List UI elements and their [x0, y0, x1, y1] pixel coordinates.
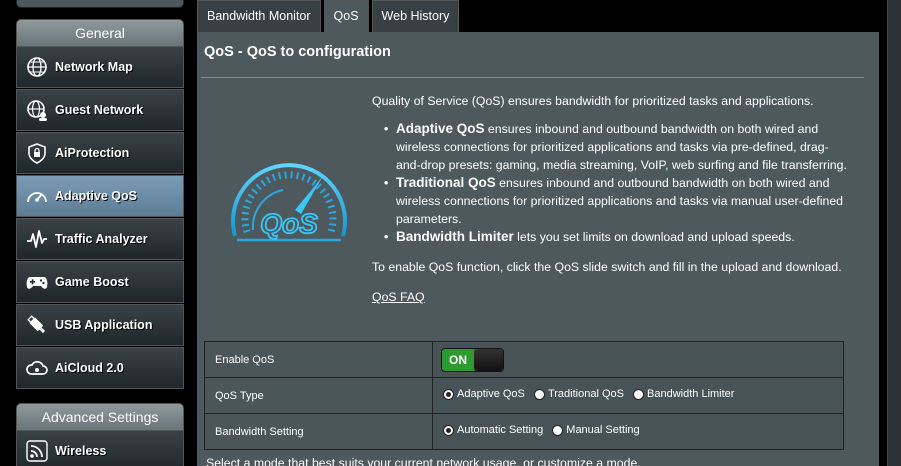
- sidebar-item-aicloud[interactable]: AiCloud 2.0: [16, 347, 184, 389]
- sidebar-item-label: AiProtection: [55, 146, 130, 160]
- sidebar-item-adaptive-qos[interactable]: Adaptive QoS: [16, 175, 184, 217]
- bullet-term: Adaptive QoS: [396, 121, 485, 136]
- sidebar-item-guest-network[interactable]: Guest Network: [16, 89, 184, 131]
- sidebar-item-usb-application[interactable]: USB Application: [16, 304, 184, 346]
- sidebar: General Network Map Guest Network AiProt…: [0, 0, 196, 466]
- advanced-settings-header: Advanced Settings: [16, 403, 184, 431]
- traffic-wave-icon: [25, 227, 49, 251]
- bullet-term: Bandwidth Limiter: [396, 229, 514, 244]
- title-divider: [201, 77, 864, 78]
- gauge-qos-text: QoS: [260, 208, 318, 239]
- speedometer-icon: [25, 184, 49, 208]
- sidebar-item-traffic-analyzer[interactable]: Traffic Analyzer: [16, 218, 184, 260]
- enable-note: To enable QoS function, click the QoS sl…: [372, 260, 842, 274]
- tab-bandwidth-monitor[interactable]: Bandwidth Monitor: [197, 0, 321, 32]
- radio-traditional-qos[interactable]: [533, 388, 545, 400]
- page-title: QoS - QoS to configuration: [204, 44, 391, 60]
- option-label: Adaptive QoS: [457, 388, 525, 401]
- list-item: Traditional QoS ensures inbound and outb…: [384, 174, 852, 228]
- mode-hint-text: Select a mode that best suits your curre…: [206, 456, 641, 466]
- option-label: Manual Setting: [566, 424, 640, 437]
- gamepad-icon: [25, 270, 49, 294]
- enable-qos-toggle[interactable]: ON: [441, 347, 504, 372]
- sidebar-item-label: USB Application: [55, 318, 153, 332]
- sidebar-item-label: Traffic Analyzer: [55, 232, 148, 246]
- sidebar-item-label: Adaptive QoS: [55, 189, 137, 203]
- tab-bar: Bandwidth Monitor QoS Web History: [197, 0, 462, 32]
- sidebar-top-cap: [16, 0, 184, 8]
- option-label: Bandwidth Limiter: [647, 388, 735, 401]
- option-label: Traditional QoS: [547, 388, 624, 401]
- qos-settings-table: Enable QoS ON QoS Type Adaptive QoS Trad…: [204, 341, 844, 450]
- qos-type-adaptive-option[interactable]: Adaptive QoS: [443, 388, 525, 400]
- usb-icon: [25, 313, 49, 337]
- table-row: Enable QoS ON: [204, 341, 844, 378]
- sidebar-item-label: AiCloud 2.0: [55, 361, 124, 375]
- intro-text: Quality of Service (QoS) ensures bandwid…: [372, 94, 814, 108]
- sidebar-item-game-boost[interactable]: Game Boost: [16, 261, 184, 303]
- qos-faq-link[interactable]: QoS FAQ: [372, 288, 425, 306]
- general-section-header: General: [16, 19, 184, 47]
- table-row: QoS Type Adaptive QoS Traditional QoS Ba…: [204, 377, 844, 414]
- tab-web-history[interactable]: Web History: [371, 0, 460, 32]
- option-label: Automatic Setting: [457, 424, 544, 437]
- qos-type-traditional-option[interactable]: Traditional QoS: [533, 388, 624, 401]
- radio-bandwidth-limiter[interactable]: [633, 388, 645, 400]
- sidebar-item-label: Network Map: [55, 60, 133, 74]
- network-map-icon: [25, 55, 49, 79]
- bandwidth-automatic-option[interactable]: Automatic Setting: [443, 424, 543, 436]
- sidebar-item-network-map[interactable]: Network Map: [16, 46, 184, 88]
- radio-adaptive-qos[interactable]: [443, 388, 454, 400]
- radio-manual-setting[interactable]: [552, 424, 564, 436]
- sidebar-item-label: Guest Network: [55, 103, 144, 117]
- sidebar-item-label: Game Boost: [55, 275, 129, 289]
- table-row: Bandwidth Setting Automatic Setting Manu…: [204, 413, 844, 450]
- bullet-term: Traditional QoS: [396, 175, 496, 190]
- main-panel: QoS - QoS to configuration QoS Quality o…: [197, 32, 879, 466]
- bandwidth-manual-option[interactable]: Manual Setting: [552, 424, 640, 437]
- qos-type-label: QoS Type: [204, 377, 433, 414]
- qos-gauge-logo: QoS: [223, 140, 355, 252]
- list-item: Bandwidth Limiter lets you set limits on…: [384, 228, 852, 246]
- toggle-knob: [474, 348, 503, 371]
- guest-network-icon: [25, 98, 49, 122]
- qos-type-limiter-option[interactable]: Bandwidth Limiter: [633, 388, 734, 400]
- right-edge-strip: [887, 0, 901, 466]
- qos-description: Quality of Service (QoS) ensures bandwid…: [372, 92, 852, 306]
- sidebar-item-label: Wireless: [55, 444, 107, 458]
- enable-qos-label: Enable QoS: [204, 341, 433, 378]
- bullet-text: lets you set limits on download and uplo…: [513, 230, 795, 244]
- tab-qos[interactable]: QoS: [323, 0, 369, 32]
- shield-icon: [25, 141, 49, 165]
- cloud-icon: [25, 356, 49, 380]
- toggle-on-label: ON: [442, 348, 474, 371]
- bandwidth-setting-label: Bandwidth Setting: [204, 413, 433, 450]
- wireless-icon: [25, 439, 49, 463]
- list-item: Adaptive QoS ensures inbound and outboun…: [384, 120, 852, 174]
- qos-mode-list: Adaptive QoS ensures inbound and outboun…: [372, 120, 852, 246]
- radio-automatic-setting[interactable]: [443, 424, 454, 436]
- sidebar-item-aiprotection[interactable]: AiProtection: [16, 132, 184, 174]
- sidebar-item-wireless[interactable]: Wireless: [16, 430, 184, 466]
